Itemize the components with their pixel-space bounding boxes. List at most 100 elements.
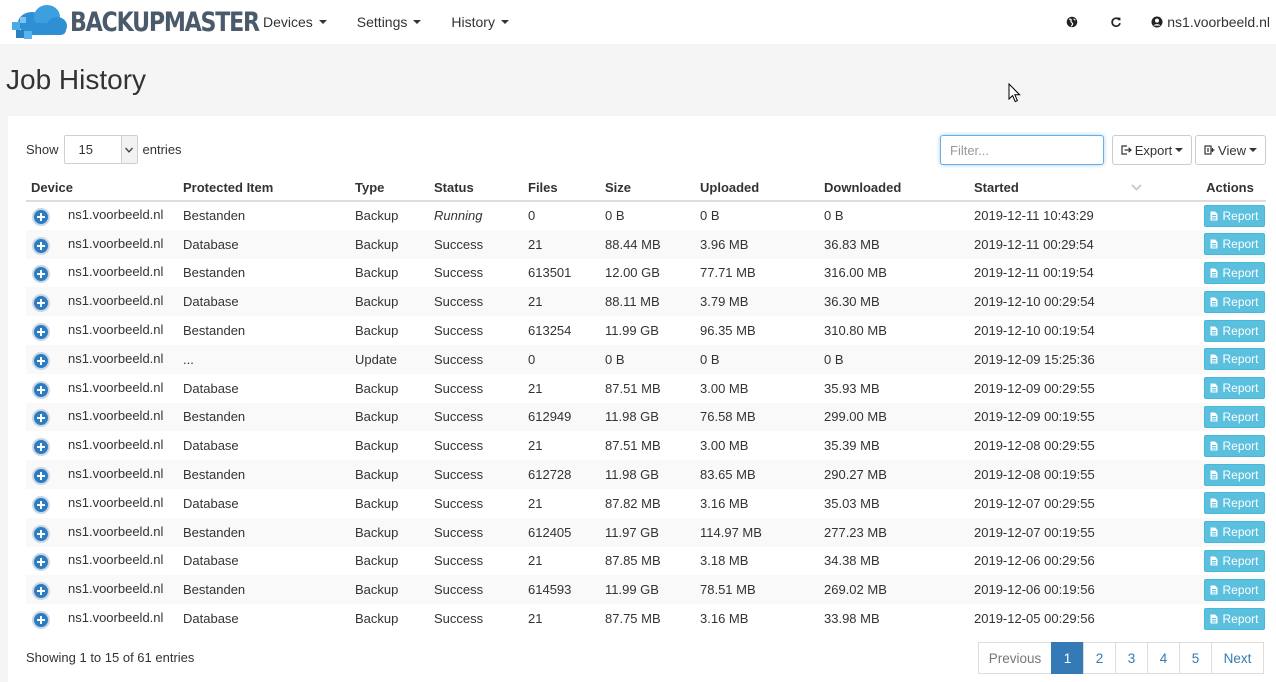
cell-status: Success [429,287,523,317]
report-button[interactable]: Report [1204,319,1265,342]
user-menu[interactable]: ns1.voorbeeld.nl [1151,14,1270,30]
pagination-previous[interactable]: Previous [978,642,1052,674]
report-button[interactable]: Report [1204,607,1265,630]
expand-icon[interactable] [32,438,50,457]
cell-type: Backup [350,460,429,489]
expand-icon[interactable] [32,323,50,342]
table-info: Showing 1 to 15 of 61 entries [26,650,195,665]
refresh-icon[interactable] [1109,15,1123,29]
cell-downloaded: 33.98 MB [824,611,880,627]
cell-device: ns1.voorbeeld.nl [26,287,178,317]
table-row: ns1.voorbeeld.nl Database Backup Success 21 8… [26,604,1266,633]
cell-files: 21 [528,553,543,569]
cell-files: 0 [523,344,600,374]
cell-status: Success [429,402,523,432]
column-header-size[interactable]: Size [600,174,695,202]
expand-icon[interactable] [32,553,50,572]
table-row: ns1.voorbeeld.nl Database Backup Success 21 8… [26,374,1266,403]
cell-started: 2019-12-08 00:29:55 [974,438,1095,454]
column-header-type[interactable]: Type [350,174,429,202]
cell-started: 2019-12-10 00:19:54 [974,323,1095,339]
export-button[interactable]: Export [1112,135,1192,165]
expand-icon[interactable] [32,294,50,313]
column-header-started[interactable]: Started [969,174,1194,202]
cell-downloaded: 36.83 MB [819,229,969,259]
report-button[interactable]: Report [1204,204,1265,227]
expand-icon[interactable] [32,582,50,601]
nav-menu-history[interactable]: History [451,14,509,30]
cell-device: ns1.voorbeeld.nl [26,374,178,403]
nav-menu-label: History [451,14,495,30]
cell-type: Backup [355,495,399,511]
report-label: Report [1222,265,1259,280]
report-button[interactable]: Report [1204,521,1265,544]
report-button[interactable]: Report [1204,405,1265,428]
expand-icon[interactable] [32,380,50,399]
column-header-device[interactable]: Device [26,174,178,202]
column-header-files[interactable]: Files [523,174,600,202]
column-header-downloaded[interactable]: Downloaded [819,174,969,202]
view-button[interactable]: View [1195,135,1266,165]
report-label: Report [1222,525,1259,540]
nav-menu-settings[interactable]: Settings [357,14,422,30]
table-row: ns1.voorbeeld.nl Database Backup Success 21 8… [26,489,1266,518]
report-button[interactable]: Report [1204,233,1265,256]
cell-size: 87.51 MB [605,380,661,396]
cell-downloaded: 299.00 MB [819,402,969,432]
device-name: ns1.voorbeeld.nl [68,437,164,453]
expand-icon[interactable] [32,409,50,428]
pagination-page-1[interactable]: 1 [1051,642,1084,674]
cell-status: Success [434,611,484,627]
expand-icon[interactable] [32,611,50,630]
expand-icon[interactable] [32,467,50,486]
column-header-protected-item[interactable]: Protected Item [178,174,350,202]
report-button[interactable]: Report [1204,463,1265,486]
cell-started: 2019-12-07 00:29:55 [974,495,1095,511]
column-header-uploaded[interactable]: Uploaded [695,174,819,202]
cell-uploaded: 78.51 MB [695,575,819,605]
cell-downloaded: 290.27 MB [819,460,969,489]
pagination-next[interactable]: Next [1211,642,1264,674]
cell-protected-item: ... [178,344,350,374]
report-button[interactable]: Report [1204,492,1265,515]
expand-icon[interactable] [32,495,50,514]
cell-protected-item: Database [183,380,239,396]
view-label: View [1218,142,1246,158]
report-button[interactable]: Report [1204,261,1265,284]
page-size-select[interactable]: 15 [63,135,138,164]
cell-downloaded: 0 B [819,344,969,374]
cell-files: 0 [528,208,536,224]
report-button[interactable]: Report [1204,290,1265,313]
expand-icon[interactable] [32,265,50,284]
nav-menus: Devices Settings History [263,0,539,44]
report-button[interactable]: Report [1204,348,1265,371]
report-button[interactable]: Report [1204,377,1265,400]
pagination-page-3[interactable]: 3 [1115,642,1148,674]
table-row: ns1.voorbeeld.nl Bestanden Backup Success 61… [26,460,1266,489]
report-button[interactable]: Report [1204,549,1265,572]
export-icon [1121,145,1132,155]
cell-type: Backup [350,287,429,317]
filter-input[interactable] [940,135,1104,165]
brand[interactable]: BACKUPMASTER [10,0,300,44]
cell-device: ns1.voorbeeld.nl [26,517,178,547]
expand-icon[interactable] [32,236,50,255]
cell-protected-item: Database [178,287,350,317]
cell-size: 11.98 GB [600,460,695,489]
pagination-page-2[interactable]: 2 [1083,642,1116,674]
column-header-status[interactable]: Status [429,174,523,202]
cell-protected-item: Database [178,229,350,259]
globe-icon[interactable] [1065,15,1079,29]
nav-menu-devices[interactable]: Devices [263,14,327,30]
report-label: Report [1222,467,1259,482]
file-icon [1210,268,1218,278]
expand-icon[interactable] [32,351,50,370]
expand-icon[interactable] [32,524,50,543]
pagination-page-5[interactable]: 5 [1179,642,1212,674]
report-button[interactable]: Report [1204,578,1265,601]
report-button[interactable]: Report [1204,434,1265,457]
pagination-page-4[interactable]: 4 [1147,642,1180,674]
cell-uploaded: 3.00 MB [700,438,749,454]
expand-icon[interactable] [32,208,50,227]
cell-actions: Report [1194,201,1266,230]
